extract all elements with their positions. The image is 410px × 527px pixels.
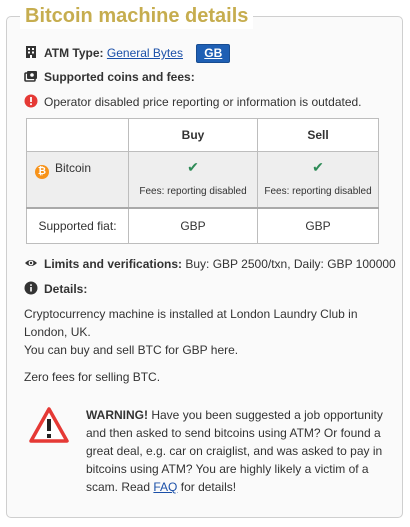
header-sell: Sell bbox=[257, 118, 379, 152]
warning-triangle-icon bbox=[29, 407, 69, 443]
buy-fees: Fees: reporting disabled bbox=[139, 186, 247, 197]
limits-label: Limits and verifications: bbox=[44, 257, 183, 271]
table-row: Supported fiat: GBP GBP bbox=[26, 207, 379, 244]
details-line-1: Cryptocurrency machine is installed at L… bbox=[24, 307, 358, 339]
faq-link[interactable]: FAQ bbox=[153, 480, 177, 494]
info-icon bbox=[24, 281, 38, 295]
warning-tail: for details! bbox=[180, 480, 237, 494]
coin-name: Bitcoin bbox=[55, 161, 92, 175]
check-icon: ✔ bbox=[312, 159, 324, 175]
buy-cell: ✔ Fees: reporting disabled bbox=[128, 151, 258, 209]
page-title: Bitcoin machine details bbox=[20, 3, 254, 29]
country-button[interactable]: GB bbox=[196, 44, 231, 63]
details-label: Details: bbox=[44, 282, 88, 296]
coins-heading-row: Supported coins and fees: bbox=[24, 69, 195, 85]
building-icon bbox=[26, 46, 36, 58]
manufacturer-link[interactable]: General Bytes bbox=[107, 46, 183, 60]
limits-value: Buy: GBP 2500/txn, Daily: GBP 100000 bbox=[185, 257, 396, 271]
alert-circle-icon bbox=[24, 94, 38, 108]
table-row: ₿ Bitcoin ✔ Fees: reporting disabled ✔ Fe… bbox=[26, 151, 379, 209]
atm-type-row: ATM Type: General Bytes GB bbox=[24, 44, 231, 63]
header-buy: Buy bbox=[128, 118, 258, 152]
limits-row: Limits and verifications: Buy: GBP 2500/… bbox=[24, 256, 396, 272]
coins-fees-table: Buy Sell ₿ Bitcoin ✔ Fees: reporting disa… bbox=[26, 118, 379, 244]
atm-type-label: ATM Type: bbox=[44, 46, 104, 60]
cash-icon bbox=[24, 71, 37, 82]
scam-warning: WARNING! Have you been suggested a job o… bbox=[86, 406, 386, 496]
details-line-3: Zero fees for selling BTC. bbox=[24, 370, 161, 384]
warning-bold: WARNING! bbox=[86, 408, 148, 422]
fiat-label: Supported fiat: bbox=[26, 207, 129, 244]
outdated-alert: Operator disabled price reporting or inf… bbox=[24, 94, 362, 110]
fiat-buy: GBP bbox=[128, 207, 258, 244]
details-line-2: You can buy and sell BTC for GBP here. bbox=[24, 343, 239, 357]
alert-text: Operator disabled price reporting or inf… bbox=[44, 95, 362, 109]
table-header-row: Buy Sell bbox=[26, 118, 379, 152]
eye-icon bbox=[25, 260, 37, 266]
sell-fees: Fees: reporting disabled bbox=[264, 186, 372, 197]
coins-heading: Supported coins and fees: bbox=[44, 70, 195, 84]
details-text: Cryptocurrency machine is installed at L… bbox=[24, 305, 374, 359]
bitcoin-icon: ₿ bbox=[35, 165, 49, 179]
coin-cell: ₿ Bitcoin bbox=[26, 151, 129, 209]
fiat-sell: GBP bbox=[257, 207, 379, 244]
details-heading-row: Details: bbox=[24, 281, 87, 297]
header-empty bbox=[26, 118, 129, 152]
sell-cell: ✔ Fees: reporting disabled bbox=[257, 151, 379, 209]
check-icon: ✔ bbox=[187, 159, 199, 175]
